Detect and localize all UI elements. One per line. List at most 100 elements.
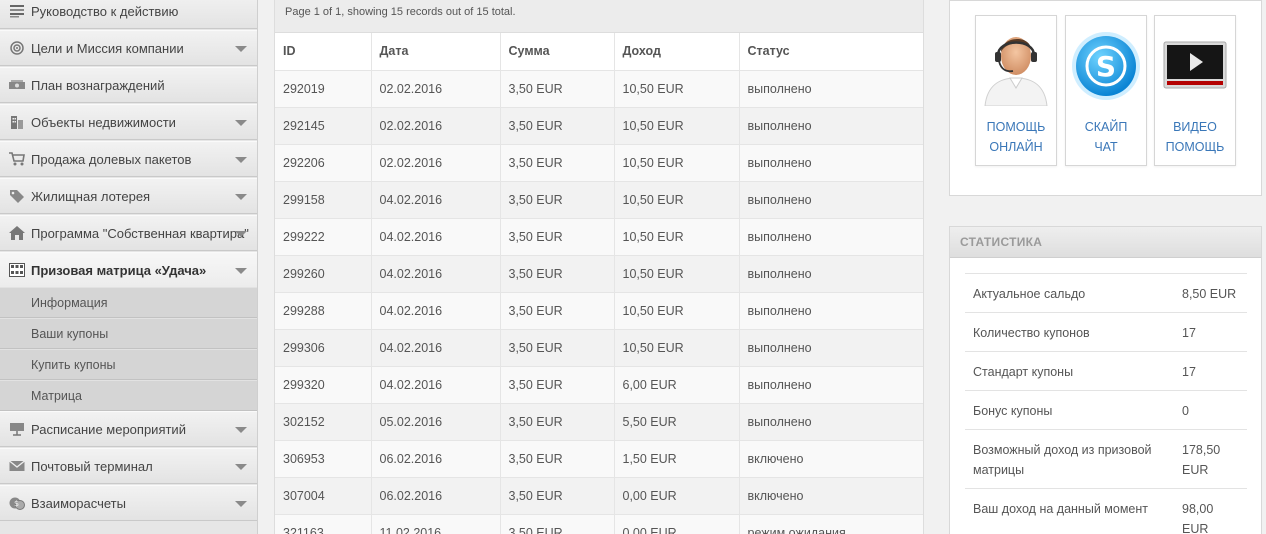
table-cell: 302152 bbox=[275, 403, 372, 441]
table-cell: включено bbox=[739, 440, 923, 478]
table-cell: 04.02.2016 bbox=[371, 329, 501, 367]
chevron-down-icon[interactable] bbox=[235, 231, 247, 237]
sidebar-subitem-2[interactable]: Купить купоны bbox=[0, 349, 257, 380]
table-cell: 321163 bbox=[275, 514, 372, 534]
statistics-box: СТАТИСТИКА Актуальное сальдо 8,50 EUR Коли… bbox=[949, 226, 1262, 534]
sidebar-item-7[interactable]: Призовая матрица «Удача» bbox=[0, 252, 257, 288]
table-cell: 10,50 EUR bbox=[614, 329, 740, 367]
sidebar-item-5[interactable]: Жилищная лотерея bbox=[0, 178, 257, 214]
chevron-down-icon[interactable] bbox=[235, 157, 247, 163]
sidebar-item-2[interactable]: План вознаграждений bbox=[0, 67, 257, 103]
online-help-card[interactable]: Помощь онлайн bbox=[975, 15, 1057, 166]
table-cell: 3,50 EUR bbox=[500, 477, 615, 515]
table-cell: 0,00 EUR bbox=[614, 514, 740, 534]
column-header[interactable]: Доход bbox=[614, 33, 740, 71]
sidebar-item-after-1[interactable]: Почтовый терминал bbox=[0, 448, 257, 484]
coins-icon: $ bbox=[9, 496, 25, 510]
stat-value: 8,50 EUR bbox=[1182, 287, 1237, 301]
transactions-panel: Page 1 of 1, showing 15 records out of 1… bbox=[274, 0, 924, 534]
table-cell: выполнено bbox=[739, 144, 923, 182]
table-cell: 06.02.2016 bbox=[371, 440, 501, 478]
chevron-down-icon[interactable] bbox=[235, 120, 247, 126]
sidebar-item-label: Руководство к действию bbox=[31, 3, 179, 19]
table-cell: 04.02.2016 bbox=[371, 255, 501, 293]
table-cell: 3,50 EUR bbox=[500, 107, 615, 145]
stat-label: Количество купонов bbox=[973, 326, 1090, 340]
table-row: 321163 11.02.2016 3,50 EUR 0,00 EUR режим ож… bbox=[275, 514, 923, 534]
stat-row: Возможный доход из призовой матрицы 178,5… bbox=[965, 429, 1247, 488]
sidebar-item-label: Цели и Миссия компании bbox=[31, 40, 184, 56]
table-cell: 1,50 EUR bbox=[614, 440, 740, 478]
table-cell: 299222 bbox=[275, 218, 372, 256]
sidebar-item-label: Продажа долевых пакетов bbox=[31, 151, 192, 167]
sidebar-item-6[interactable]: Программа "Собственная квартира" bbox=[0, 215, 257, 251]
tag-icon bbox=[9, 189, 25, 203]
table-cell: выполнено bbox=[739, 292, 923, 330]
table-row: 302152 05.02.2016 3,50 EUR 5,50 EUR выполнен… bbox=[275, 403, 923, 441]
chevron-down-icon[interactable] bbox=[235, 46, 247, 52]
sidebar-item-0[interactable]: Руководство к действию bbox=[0, 0, 257, 29]
column-header[interactable]: Сумма bbox=[500, 33, 615, 71]
table-row: 299306 04.02.2016 3,50 EUR 10,50 EUR выполне… bbox=[275, 329, 923, 367]
table-cell: 02.02.2016 bbox=[371, 107, 501, 145]
column-header[interactable]: ID bbox=[275, 33, 372, 71]
table-row: 299222 04.02.2016 3,50 EUR 10,50 EUR выполне… bbox=[275, 218, 923, 256]
sidebar-item-after-0[interactable]: Расписание мероприятий bbox=[0, 411, 257, 447]
table-cell: 6,00 EUR bbox=[614, 366, 740, 404]
table-cell: 10,50 EUR bbox=[614, 144, 740, 182]
chevron-down-icon[interactable] bbox=[235, 464, 247, 470]
table-cell: 11.02.2016 bbox=[371, 514, 501, 534]
table-body: 292019 02.02.2016 3,50 EUR 10,50 EUR выполне… bbox=[275, 70, 923, 534]
statistics-title: СТАТИСТИКА bbox=[950, 227, 1261, 258]
column-header[interactable]: Статус bbox=[739, 33, 923, 71]
sidebar-subitem-3[interactable]: Матрица bbox=[0, 380, 257, 411]
table-cell: 06.02.2016 bbox=[371, 477, 501, 515]
column-header[interactable]: Дата bbox=[371, 33, 501, 71]
table-cell: 0,00 EUR bbox=[614, 477, 740, 515]
table-cell: 3,50 EUR bbox=[500, 70, 615, 108]
table-cell: 10,50 EUR bbox=[614, 181, 740, 219]
table-cell: 3,50 EUR bbox=[500, 144, 615, 182]
table-cell: 292145 bbox=[275, 107, 372, 145]
sidebar-item-label: Призовая матрица «Удача» bbox=[31, 262, 207, 278]
table-cell: 299260 bbox=[275, 255, 372, 293]
sidebar-item-label: Взаиморасчеты bbox=[31, 495, 126, 511]
stat-value: 0 bbox=[1182, 404, 1189, 418]
sidebar-subitem-0[interactable]: Информация bbox=[0, 287, 257, 318]
stat-value: 17 bbox=[1182, 326, 1196, 340]
table-cell: 04.02.2016 bbox=[371, 181, 501, 219]
skype-chat-card[interactable]: S Скайп Чат bbox=[1065, 15, 1147, 166]
sidebar-item-4[interactable]: Продажа долевых пакетов bbox=[0, 141, 257, 177]
sidebar-subitem-1[interactable]: Ваши купоны bbox=[0, 318, 257, 349]
chevron-down-icon[interactable] bbox=[235, 268, 247, 274]
table-row: 299158 04.02.2016 3,50 EUR 10,50 EUR выполне… bbox=[275, 181, 923, 219]
sidebar-item-3[interactable]: Объекты недвижимости bbox=[0, 104, 257, 140]
table-cell: 3,50 EUR bbox=[500, 218, 615, 256]
table-cell: выполнено bbox=[739, 181, 923, 219]
sidebar-item-label: Почтовый терминал bbox=[31, 458, 153, 474]
table-cell: выполнено bbox=[739, 366, 923, 404]
stat-label: Стандарт купоны bbox=[973, 365, 1074, 379]
home-icon bbox=[9, 226, 25, 240]
stat-label: Возможный доход из призовой матрицы bbox=[973, 443, 1152, 477]
video-help-card[interactable]: Видео помощь bbox=[1154, 15, 1236, 166]
table-cell: 3,50 EUR bbox=[500, 403, 615, 441]
table-cell: 04.02.2016 bbox=[371, 366, 501, 404]
table-cell: 292206 bbox=[275, 144, 372, 182]
table-cell: 306953 bbox=[275, 440, 372, 478]
chevron-down-icon[interactable] bbox=[235, 194, 247, 200]
chevron-down-icon[interactable] bbox=[235, 427, 247, 433]
online-help-label: Помощь онлайн bbox=[986, 120, 1046, 154]
sidebar-item-after-2[interactable]: $ Взаиморасчеты bbox=[0, 485, 257, 521]
sidebar-item-1[interactable]: Цели и Миссия компании bbox=[0, 30, 257, 66]
table-row: 292145 02.02.2016 3,50 EUR 10,50 EUR выполне… bbox=[275, 107, 923, 145]
video-help-label: Видео помощь bbox=[1165, 120, 1225, 154]
table-cell: 10,50 EUR bbox=[614, 218, 740, 256]
video-icon bbox=[1155, 26, 1235, 106]
table-cell: 02.02.2016 bbox=[371, 144, 501, 182]
chevron-down-icon[interactable] bbox=[235, 501, 247, 507]
table-cell: 04.02.2016 bbox=[371, 292, 501, 330]
matrix-icon bbox=[9, 263, 25, 277]
table-row: 299320 04.02.2016 3,50 EUR 6,00 EUR выполнен… bbox=[275, 366, 923, 404]
table-cell: 3,50 EUR bbox=[500, 366, 615, 404]
